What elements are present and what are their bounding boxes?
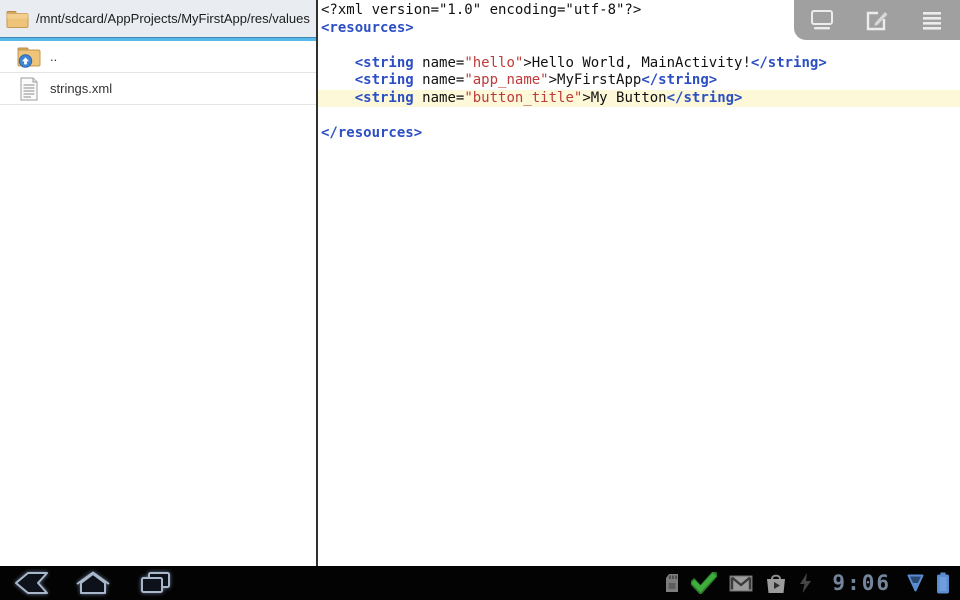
code-token: "app_name" bbox=[464, 72, 548, 88]
code-token: <resources> bbox=[321, 20, 414, 36]
usb-debug-check-icon bbox=[691, 572, 717, 594]
code-token: </resources> bbox=[321, 125, 422, 141]
recent-apps-icon bbox=[137, 570, 173, 596]
menu-button[interactable] bbox=[907, 2, 957, 38]
file-browser-panel: /mnt/sdcard/AppProjects/MyFirstApp/res/v… bbox=[0, 0, 316, 566]
folder-icon bbox=[6, 9, 29, 29]
code-token: name= bbox=[414, 90, 465, 106]
app-area: /mnt/sdcard/AppProjects/MyFirstApp/res/v… bbox=[0, 0, 960, 566]
code-token: </string> bbox=[667, 90, 743, 106]
code-line[interactable]: <string name="app_name">MyFirstApp</stri… bbox=[321, 72, 960, 90]
code-token bbox=[321, 72, 355, 88]
home-icon bbox=[74, 570, 112, 596]
nav-buttons bbox=[0, 569, 174, 597]
file-row-strings-xml[interactable]: strings.xml bbox=[0, 73, 316, 105]
clock: 9:06 bbox=[832, 571, 891, 595]
code-token: "hello" bbox=[464, 55, 523, 71]
current-path: /mnt/sdcard/AppProjects/MyFirstApp/res/v… bbox=[36, 11, 310, 26]
market-icon bbox=[765, 573, 787, 594]
code-line[interactable]: <string name="hello">Hello World, MainAc… bbox=[321, 55, 960, 73]
file-name: strings.xml bbox=[50, 81, 112, 96]
file-row-parent-dir[interactable]: .. bbox=[0, 41, 316, 73]
file-list: .. bbox=[0, 41, 316, 566]
code-token: <string bbox=[355, 55, 414, 71]
code-token: "button_title" bbox=[464, 90, 582, 106]
code-line[interactable]: <string name="button_title">My Button</s… bbox=[318, 90, 960, 108]
code-token: <string bbox=[355, 90, 414, 106]
code-token: >Hello World, MainActivity! bbox=[523, 55, 751, 71]
code-token: >My Button bbox=[582, 90, 666, 106]
back-button[interactable] bbox=[12, 569, 50, 597]
system-bar: 9:06 bbox=[0, 566, 960, 600]
code-token bbox=[321, 55, 355, 71]
code-token: </string> bbox=[751, 55, 827, 71]
xml-document-icon bbox=[16, 76, 42, 102]
code-token: name= bbox=[414, 72, 465, 88]
file-name: .. bbox=[50, 49, 57, 64]
sd-card-icon bbox=[665, 573, 679, 593]
status-area[interactable]: 9:06 bbox=[665, 571, 960, 595]
code-token bbox=[321, 90, 355, 106]
signal-icon bbox=[907, 574, 924, 592]
code-line[interactable]: </resources> bbox=[321, 125, 960, 143]
recent-apps-button[interactable] bbox=[136, 569, 174, 597]
device-screen-icon bbox=[809, 8, 835, 32]
code-token: >MyFirstApp bbox=[549, 72, 642, 88]
editor-panel: <?xml version="1.0" encoding="utf-8"?> <r… bbox=[318, 0, 960, 566]
menu-icon bbox=[920, 9, 944, 31]
charging-icon bbox=[799, 573, 812, 593]
code-line[interactable] bbox=[321, 107, 960, 125]
screen: /mnt/sdcard/AppProjects/MyFirstApp/res/v… bbox=[0, 0, 960, 600]
code-area[interactable]: <?xml version="1.0" encoding="utf-8"?> <r… bbox=[318, 0, 960, 566]
code-token: <string bbox=[355, 72, 414, 88]
back-icon bbox=[12, 570, 50, 596]
code-token: <?xml version="1.0" encoding="utf-8"?> bbox=[321, 2, 641, 18]
code-token: </string> bbox=[641, 72, 717, 88]
edit-button[interactable] bbox=[852, 2, 902, 38]
folder-up-icon bbox=[16, 44, 42, 70]
home-button[interactable] bbox=[74, 569, 112, 597]
code-token: name= bbox=[414, 55, 465, 71]
device-screen-button[interactable] bbox=[797, 2, 847, 38]
edit-icon bbox=[865, 8, 889, 32]
battery-icon bbox=[936, 572, 950, 594]
gmail-icon bbox=[729, 575, 753, 592]
editor-toolbar bbox=[794, 0, 960, 40]
path-header[interactable]: /mnt/sdcard/AppProjects/MyFirstApp/res/v… bbox=[0, 0, 316, 37]
